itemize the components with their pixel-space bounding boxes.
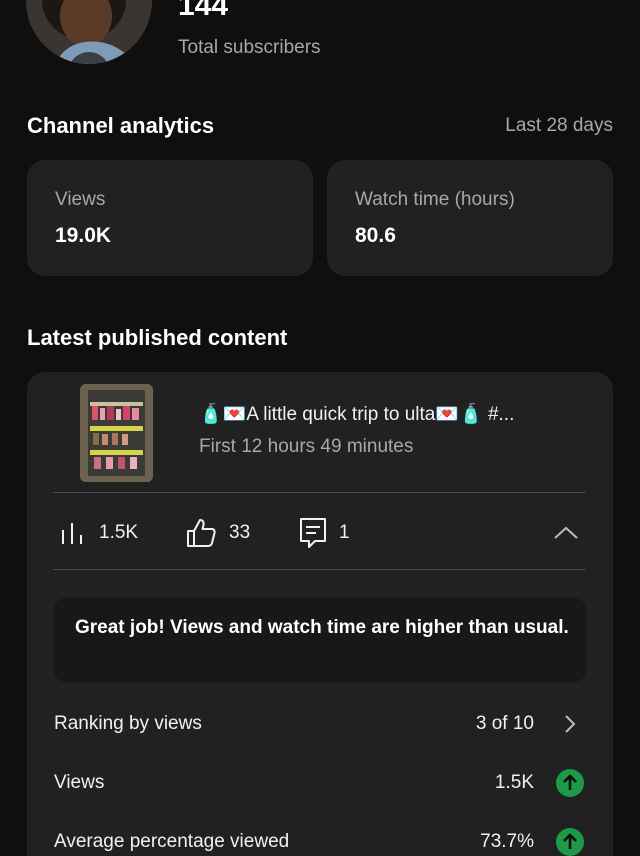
avg-percentage-row: Average percentage viewed 73.7%: [54, 823, 586, 856]
thumbs-up-icon: [187, 519, 216, 547]
subscriber-count: 144: [178, 0, 229, 22]
divider: [53, 569, 586, 570]
arrow-up-icon: [556, 769, 584, 797]
comments-stat: 1: [299, 512, 350, 554]
ranking-value: 3 of 10: [475, 713, 534, 734]
analytics-period: Last 28 days: [505, 115, 613, 136]
views-row-label: Views: [54, 772, 105, 793]
watch-time-card-value: 80.6: [355, 224, 396, 247]
chevron-right-icon: [556, 710, 584, 738]
views-row: Views 1.5K: [54, 764, 586, 804]
chevron-up-icon: [554, 526, 578, 539]
video-thumbnail[interactable]: [80, 384, 153, 482]
subscriber-label: Total subscribers: [178, 37, 321, 58]
performance-notice: Great job! Views and watch time are high…: [54, 598, 586, 682]
comment-icon: [300, 518, 326, 548]
channel-analytics-title: Channel analytics: [27, 113, 215, 138]
likes-stat-value: 33: [229, 522, 251, 543]
watch-time-card-label: Watch time (hours): [355, 189, 515, 210]
channel-avatar[interactable]: [26, 0, 152, 64]
arrow-up-icon: [556, 828, 584, 856]
video-performance-window: First 12 hours 49 minutes: [199, 436, 414, 457]
latest-content-title: Latest published content: [27, 325, 288, 350]
ranking-label: Ranking by views: [54, 713, 202, 734]
views-stat-value: 1.5K: [99, 522, 139, 543]
collapse-button[interactable]: [553, 522, 579, 544]
performance-notice-text: Great job! Views and watch time are high…: [75, 617, 569, 638]
watch-time-card[interactable]: Watch time (hours) 80.6: [327, 160, 613, 276]
ranking-row[interactable]: Ranking by views 3 of 10: [54, 705, 586, 745]
channel-header: 144 Total subscribers: [0, 0, 640, 80]
divider: [53, 492, 586, 493]
video-title[interactable]: 🧴💌A little quick trip to ulta💌🧴 #...: [199, 402, 589, 426]
bar-chart-icon: [62, 523, 82, 544]
views-card[interactable]: Views 19.0K: [27, 160, 313, 276]
comments-stat-value: 1: [339, 522, 350, 543]
views-card-value: 19.0K: [55, 224, 112, 247]
views-card-label: Views: [55, 189, 106, 210]
latest-content-card: 🧴💌A little quick trip to ulta💌🧴 #... Fir…: [27, 372, 613, 856]
likes-stat: 33: [185, 512, 250, 554]
views-row-value: 1.5K: [494, 772, 534, 793]
avg-percentage-label: Average percentage viewed: [54, 831, 290, 852]
views-stat: 1.5K: [61, 512, 138, 554]
avg-percentage-value: 73.7%: [480, 831, 534, 852]
